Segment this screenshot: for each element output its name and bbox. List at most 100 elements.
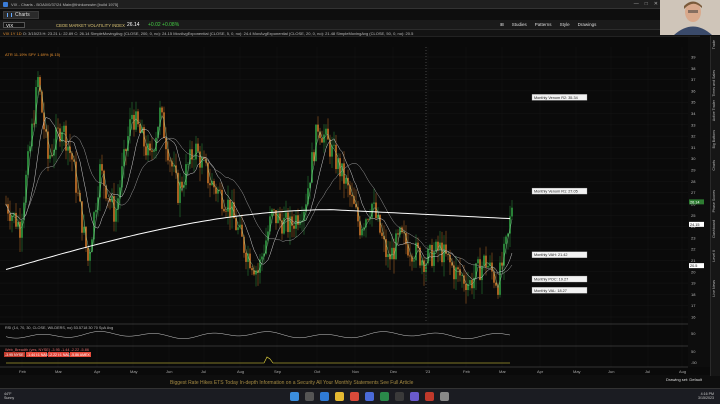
folder-icon[interactable]	[335, 392, 344, 401]
rsi-axis-label: 50	[691, 331, 696, 336]
close-button[interactable]: ✕	[654, 1, 658, 7]
time-axis-tick: Sep	[274, 369, 282, 374]
app-logo-icon	[3, 1, 8, 7]
rail-tab-trade[interactable]: Trade	[712, 40, 720, 49]
rail-tab-phase-scores[interactable]: Phase Scores	[712, 190, 720, 212]
clock-date: 3/15/2023	[698, 396, 714, 400]
study-values: O: 3/15/23 H: 23.21 L: 22.89 C: 26.14 Si…	[22, 31, 414, 36]
clock[interactable]: 4:16 PM 3/15/2023	[698, 392, 714, 400]
breadth-line	[6, 356, 510, 364]
browser-icon[interactable]	[320, 392, 329, 401]
style-button[interactable]: Style	[560, 22, 570, 28]
drawings-button[interactable]: Drawings	[578, 22, 597, 28]
price-axis-tick: 22	[691, 247, 696, 252]
time-axis-tick: Feb	[463, 369, 471, 374]
chart-period-label: VIX 1Y 1D	[3, 31, 22, 36]
window-titlebar: VIX - Charts - BOA0/0/37/24 Main@thinkor…	[0, 0, 660, 9]
price-axis-tick: 18	[691, 292, 696, 297]
drawing-set-label[interactable]: Drawing set: Default	[666, 377, 702, 382]
time-axis-tick: Feb	[19, 369, 27, 374]
breadth-values: -3.95 NYSE -1.44 I:1 NAS -2.22 I:1 NAQ -5.8…	[4, 352, 91, 357]
svg-text:Monthly VAL: 18.27: Monthly VAL: 18.27	[534, 289, 567, 293]
price-axis-tick: 32	[691, 134, 696, 139]
svg-text:-1.44 I:1 NAS: -1.44 I:1 NAS	[27, 353, 49, 357]
webcam-overlay	[660, 0, 720, 35]
thinkorswim-window: VIX - Charts - BOA0/0/37/24 Main@thinkor…	[0, 0, 720, 404]
search-icon[interactable]	[305, 392, 314, 401]
chart-toolbar: ⊞ Studies Patterns Style Drawings	[500, 22, 596, 28]
svg-text:Monthly Venom R1: 27.05: Monthly Venom R1: 27.05	[534, 190, 578, 194]
rail-tab-dashboard[interactable]: Dashboard	[712, 220, 720, 238]
price-axis-tick: 21	[691, 258, 696, 263]
time-axis-tick: Oct	[314, 369, 321, 374]
time-axis: Feb Mar Apr May Jun Jul Aug Sep Oct Nov Dec '23 Feb M…	[19, 369, 686, 374]
rail-tab-level-ii[interactable]: Level II	[712, 250, 720, 262]
rail-tab-big-buttons[interactable]: Big Buttons	[712, 130, 720, 148]
breadth-label: Web_Breadth (yes, NYSE) -3.95 -1.44 -2.2…	[5, 348, 89, 352]
right-sidebar: Trade Times and Sales Active Trader Big But…	[710, 36, 720, 376]
media-icon[interactable]	[425, 392, 434, 401]
studies-button[interactable]: Studies	[512, 22, 527, 28]
price-tag: 26.14	[689, 199, 704, 205]
time-axis-tick: Apr	[537, 369, 544, 374]
tab-charts[interactable]: Charts	[3, 11, 39, 19]
price-chart[interactable]: ATR 11.19% SPY 1.69% (6.15) Monthly Veno…	[0, 37, 710, 375]
price-axis-tick: 36	[691, 88, 696, 93]
os-taskbar: 44°F Sunny 4:16 PM 3/15/2023	[0, 388, 720, 404]
grid-layout-button[interactable]: ⊞	[500, 22, 504, 28]
symbol-input[interactable]: VIX	[3, 22, 25, 28]
minimize-button[interactable]: —	[634, 1, 639, 7]
patterns-button[interactable]: Patterns	[535, 22, 552, 28]
excel-icon[interactable]	[380, 392, 389, 401]
window-title: VIX - Charts - BOA0/0/37/24 Main@thinkor…	[11, 1, 119, 7]
price-tag: 20.5	[689, 263, 704, 269]
price-axis-tick: 34	[691, 111, 696, 116]
breadth-axis-top: 50	[691, 349, 696, 354]
chrome-icon[interactable]	[350, 392, 359, 401]
price-axis-tick: 30	[691, 156, 696, 161]
price-level-label: Monthly VAH: 21.42	[531, 251, 588, 258]
time-axis-tick: Apr	[94, 369, 101, 374]
study-info-bar: VIX 1Y 1D O: 3/15/23 H: 23.21 L: 22.89 C…	[0, 30, 700, 37]
price-axis-tick: 17	[691, 303, 696, 308]
time-axis-tick: Jun	[608, 369, 614, 374]
news-ticker: Biggest Rate Hikes ETS Today In-depth In…	[170, 380, 414, 386]
store-icon[interactable]	[365, 392, 374, 401]
chat-icon[interactable]	[410, 392, 419, 401]
time-axis-tick: Jul	[645, 369, 650, 374]
rail-tab-live-news[interactable]: Live News	[712, 280, 720, 297]
symbol-description: CBOE MARKET VOLATILITY INDEX	[56, 23, 125, 28]
price-axis-tick: 38	[691, 66, 696, 71]
price-axis-tick: 31	[691, 145, 696, 150]
time-axis-tick: Mar	[55, 369, 63, 374]
rail-tab-charts[interactable]: Charts	[712, 160, 720, 171]
rsi-line	[5, 331, 511, 339]
price-axis-tick: 35	[691, 100, 696, 105]
rsi-label: RSI (14, 70, 30, CLOSE, WILDERS, no) 53.…	[5, 326, 113, 330]
price-axis-tick: 37	[691, 77, 696, 82]
camera-icon[interactable]	[440, 392, 449, 401]
breadth-value-box: -2.22 I:1 NAQ	[48, 352, 71, 357]
rail-tab-active-trader[interactable]: Active Trader	[712, 100, 720, 121]
ema20-line	[5, 117, 513, 280]
tab-charts-label: Charts	[15, 12, 30, 18]
taskbar-apps	[290, 392, 449, 401]
weather-widget[interactable]: 44°F Sunny	[4, 392, 14, 400]
price-level-label: Monthly Venom R1: 27.05	[531, 187, 588, 195]
svg-text:20.5: 20.5	[690, 264, 697, 268]
rail-tab-times-and-sales[interactable]: Times and Sales	[712, 70, 720, 97]
chart-area[interactable]: ATR 11.19% SPY 1.69% (6.15) Monthly Veno…	[0, 37, 710, 375]
time-axis-tick: Aug	[237, 369, 244, 374]
price-axis-tick: 23	[691, 235, 696, 240]
price-axis-tick: 19	[691, 281, 696, 286]
time-axis-tick: '23	[425, 369, 431, 374]
atr-label: ATR 11.19% SPY 1.69% (6.15)	[5, 52, 61, 57]
bars-icon	[7, 13, 12, 17]
maximize-button[interactable]: □	[645, 1, 648, 7]
windows-start-icon[interactable]	[290, 392, 299, 401]
time-axis-tick: Aug	[679, 369, 686, 374]
thinkorswim-icon[interactable]	[395, 392, 404, 401]
price-axis-tick: 28	[691, 179, 696, 184]
time-axis-tick: Jul	[201, 369, 206, 374]
svg-text:-5.86 AMEX: -5.86 AMEX	[71, 353, 90, 357]
